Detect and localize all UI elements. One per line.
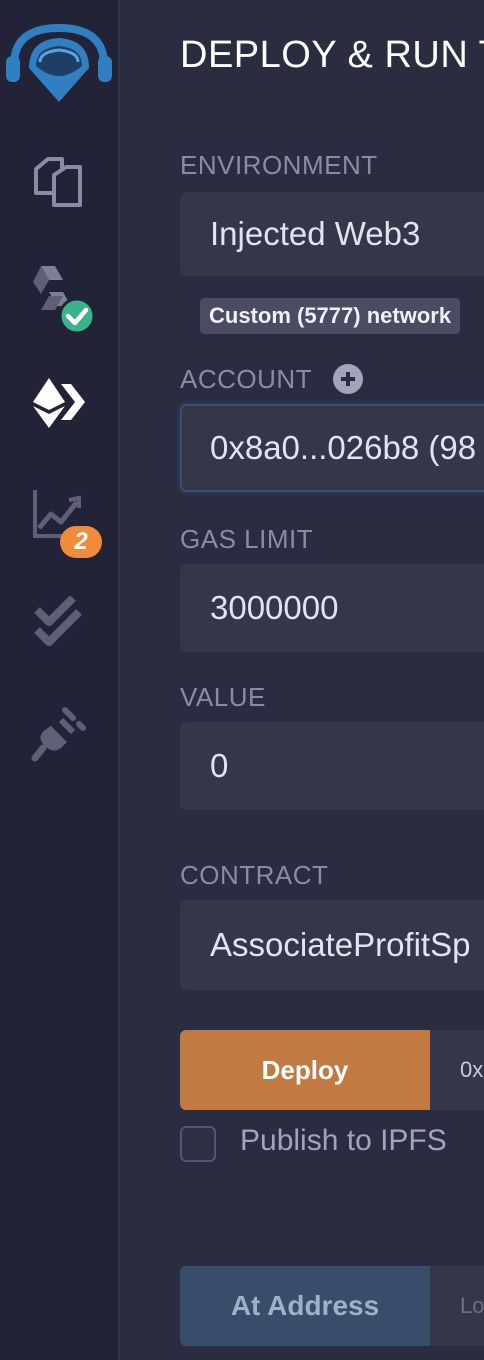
- check-badge-icon: [58, 297, 96, 334]
- icon-sidebar: 2: [0, 0, 120, 1360]
- at-address-button[interactable]: At Address: [180, 1266, 430, 1346]
- deploy-run-panel: DEPLOY & RUN T ENVIRONMENT Injected Web3…: [120, 0, 484, 1360]
- contract-select[interactable]: AssociateProfitSp: [180, 900, 484, 990]
- at-address-input[interactable]: Lo: [430, 1266, 484, 1346]
- plugin-manager-icon[interactable]: [0, 704, 118, 764]
- gas-limit-label: GAS LIMIT: [180, 524, 314, 554]
- remix-logo-icon[interactable]: [0, 10, 118, 110]
- page-title: DEPLOY & RUN T: [180, 34, 484, 76]
- value-label: VALUE: [180, 682, 266, 712]
- testing-icon[interactable]: [0, 594, 118, 654]
- network-tooltip: Custom (5777) network: [200, 298, 461, 334]
- deploy-args-input[interactable]: 0x: [430, 1030, 484, 1110]
- file-explorer-icon[interactable]: [0, 152, 118, 212]
- analysis-badge: 2: [60, 526, 102, 558]
- value-input[interactable]: 0: [180, 722, 484, 810]
- environment-select[interactable]: Injected Web3: [180, 192, 484, 276]
- environment-label: ENVIRONMENT: [180, 150, 378, 180]
- contract-label: CONTRACT: [180, 860, 329, 890]
- deploy-run-icon[interactable]: [0, 372, 118, 432]
- add-account-icon[interactable]: [333, 364, 363, 394]
- solidity-compiler-icon[interactable]: [0, 262, 118, 334]
- account-select[interactable]: 0x8a0...026b8 (98: [180, 404, 484, 492]
- publish-ipfs-label[interactable]: Publish to IPFS: [240, 1124, 447, 1158]
- gas-limit-input[interactable]: 3000000: [180, 564, 484, 652]
- publish-ipfs-checkbox[interactable]: [180, 1126, 216, 1162]
- deploy-button[interactable]: Deploy: [180, 1030, 430, 1110]
- account-label: ACCOUNT: [180, 364, 313, 394]
